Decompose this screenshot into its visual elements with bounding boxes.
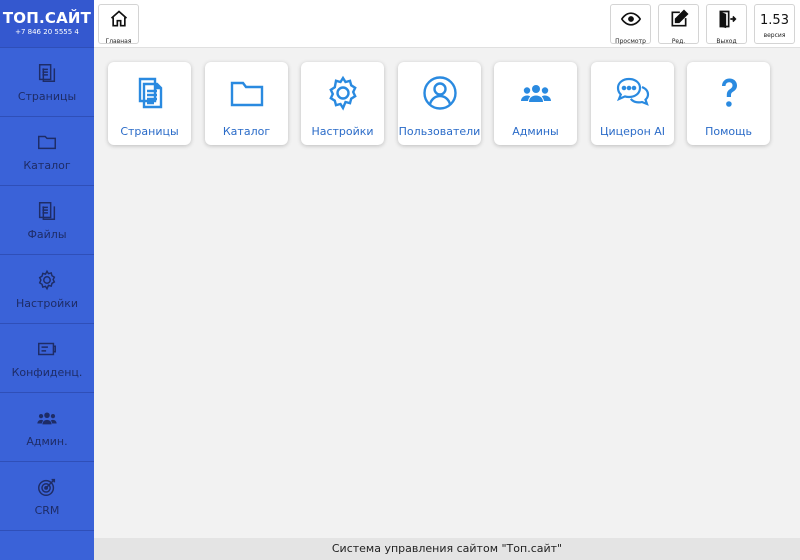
sidebar-item-privacy[interactable]: Конфиденц. xyxy=(0,324,94,393)
tile-catalog[interactable]: Каталог xyxy=(205,62,288,145)
pages-icon xyxy=(36,62,58,84)
exit-icon xyxy=(717,9,737,33)
gear-icon xyxy=(325,62,361,115)
preview-button[interactable]: Просмотр xyxy=(610,4,651,45)
files-icon xyxy=(36,200,58,222)
edit-button[interactable]: Ред. xyxy=(658,4,699,45)
footer-text: Система управления сайтом "Топ.сайт" xyxy=(331,542,563,555)
home-label: Главная xyxy=(105,38,132,45)
tile-label: Помощь xyxy=(705,125,752,138)
edit-label: Ред. xyxy=(671,38,686,45)
folder-icon xyxy=(229,62,265,115)
privacy-icon xyxy=(36,338,58,360)
tile-help[interactable]: Помощь xyxy=(687,62,770,145)
tile-label: Каталог xyxy=(222,125,271,138)
preview-label: Просмотр xyxy=(615,38,646,45)
tile-label: Админы xyxy=(512,125,559,138)
tile-label: Настройки xyxy=(311,125,374,138)
home-button[interactable]: Главная xyxy=(98,4,139,45)
tile-label: Страницы xyxy=(120,125,179,138)
top-toolbar: Главная Просмотр Ред. Выход 1.53 версия xyxy=(94,0,800,48)
sidebar-item-label: CRM xyxy=(34,503,60,517)
sidebar-item-label: Файлы xyxy=(27,227,67,241)
eye-icon xyxy=(620,9,641,33)
sidebar-item-label: Конфиденц. xyxy=(11,365,83,379)
sidebar-item-label: Настройки xyxy=(15,296,79,310)
sidebar: ТОП.САЙТ +7 846 20 5555 4 Страницы Катал… xyxy=(0,0,94,560)
gear-icon xyxy=(36,269,58,291)
sidebar-item-label: Админ. xyxy=(26,434,68,448)
users-icon xyxy=(36,407,58,429)
target-icon xyxy=(36,476,58,498)
footer: Система управления сайтом "Топ.сайт" xyxy=(94,538,800,560)
sidebar-item-files[interactable]: Файлы xyxy=(0,186,94,255)
tile-admins[interactable]: Админы xyxy=(494,62,577,145)
tile-ciceron-ai[interactable]: Цицерон AI xyxy=(591,62,674,145)
folder-icon xyxy=(36,131,58,153)
brand-phone: +7 846 20 5555 4 xyxy=(15,28,79,36)
tile-users[interactable]: Пользователи xyxy=(398,62,481,145)
sidebar-item-catalog[interactable]: Каталог xyxy=(0,117,94,186)
sidebar-item-label: Страницы xyxy=(17,89,77,103)
help-icon xyxy=(711,62,747,115)
sidebar-item-settings[interactable]: Настройки xyxy=(0,255,94,324)
users-icon xyxy=(518,62,554,115)
sidebar-item-admin[interactable]: Админ. xyxy=(0,393,94,462)
tile-settings[interactable]: Настройки xyxy=(301,62,384,145)
sidebar-item-label: Каталог xyxy=(23,158,71,172)
exit-button[interactable]: Выход xyxy=(706,4,747,45)
tile-pages[interactable]: Страницы xyxy=(108,62,191,145)
tile-label: Пользователи xyxy=(398,125,481,138)
exit-label: Выход xyxy=(716,38,737,45)
pages-icon xyxy=(132,62,168,115)
version-value: 1.53 xyxy=(760,13,789,28)
brand-title: ТОП.САЙТ xyxy=(2,9,92,27)
sidebar-item-pages[interactable]: Страницы xyxy=(0,48,94,117)
chat-icon xyxy=(615,62,651,115)
user-icon xyxy=(422,62,458,115)
edit-icon xyxy=(669,9,689,33)
tile-label: Цицерон AI xyxy=(599,125,666,138)
home-icon xyxy=(109,9,129,33)
sidebar-item-crm[interactable]: CRM xyxy=(0,462,94,531)
brand-logo[interactable]: ТОП.САЙТ +7 846 20 5555 4 xyxy=(0,0,94,48)
version-label: версия xyxy=(763,32,786,39)
version-badge[interactable]: 1.53 версия xyxy=(754,4,795,44)
